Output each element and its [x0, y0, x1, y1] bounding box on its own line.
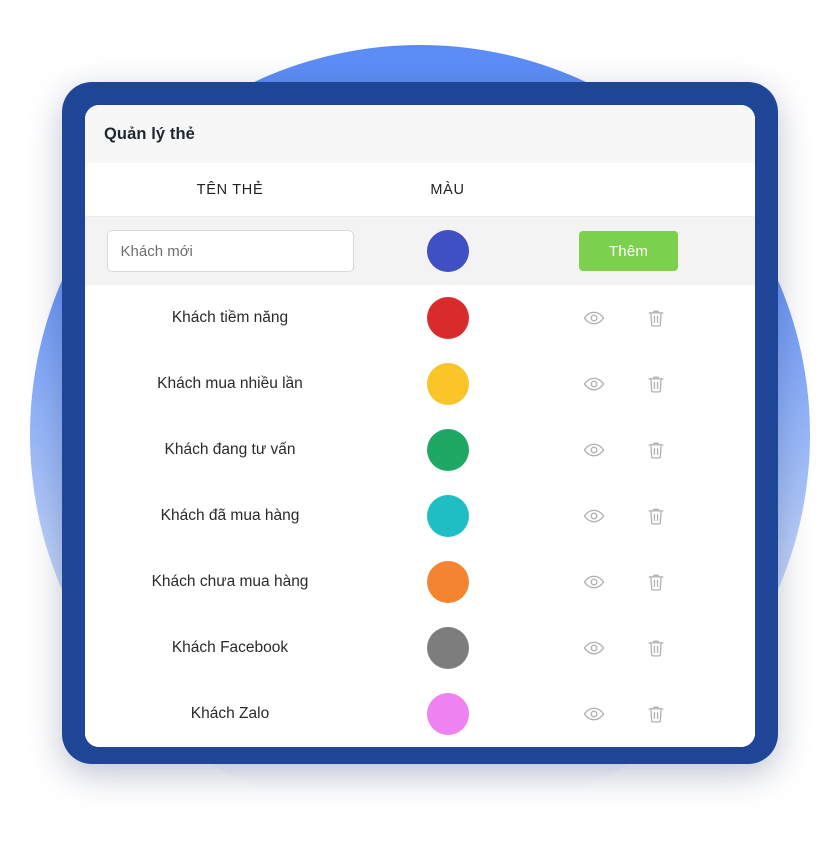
card-titlebar: Quản lý thẻ	[85, 105, 755, 163]
table-row: Khách đã mua hàng	[85, 483, 755, 549]
add-tag-button[interactable]: Thêm	[579, 231, 678, 271]
tag-color-cell	[375, 297, 520, 339]
trash-icon[interactable]	[643, 701, 669, 727]
color-swatch[interactable]	[426, 230, 469, 272]
table-row: Khách Zalo	[85, 681, 755, 747]
tag-action-cell	[520, 305, 755, 331]
eye-icon[interactable]	[581, 371, 607, 397]
color-swatch[interactable]	[426, 693, 469, 735]
tag-name-label: Khách mua nhiều lần	[157, 375, 303, 392]
eye-icon[interactable]	[581, 701, 607, 727]
tag-name-label: Khách tiềm năng	[171, 309, 289, 326]
tag-management-card: Quản lý thẻ TÊN THẺ MÀU Thêm Khách tiềm …	[85, 105, 755, 747]
trash-icon[interactable]	[643, 305, 669, 331]
color-swatch[interactable]	[426, 561, 469, 603]
add-tag-color-cell	[375, 230, 520, 272]
color-swatch[interactable]	[426, 363, 469, 405]
table-row: Khách tiềm năng	[85, 285, 755, 351]
table-row: Khách chưa mua hàng	[85, 549, 755, 615]
eye-icon[interactable]	[581, 569, 607, 595]
column-header-color: MÀU	[430, 181, 465, 198]
column-header-name: TÊN THẺ	[196, 181, 264, 198]
table-column-header: TÊN THẺ MÀU	[85, 163, 755, 217]
tag-action-cell	[520, 371, 755, 397]
tag-name-label: Khách Facebook	[171, 639, 289, 656]
trash-icon[interactable]	[643, 371, 669, 397]
trash-icon[interactable]	[643, 635, 669, 661]
tag-action-cell	[520, 503, 755, 529]
add-tag-row: Thêm	[85, 217, 755, 285]
eye-icon[interactable]	[581, 635, 607, 661]
tag-list: Khách tiềm năng Khách mua nhiều lần Khác…	[85, 285, 755, 747]
tag-color-cell	[375, 363, 520, 405]
add-tag-action-cell: Thêm	[520, 231, 755, 271]
tag-action-cell	[520, 437, 755, 463]
trash-icon[interactable]	[643, 503, 669, 529]
tag-color-cell	[375, 561, 520, 603]
tag-name-input[interactable]	[106, 230, 354, 272]
tag-color-cell	[375, 693, 520, 735]
eye-icon[interactable]	[581, 503, 607, 529]
tag-action-cell	[520, 569, 755, 595]
tag-action-cell	[520, 701, 755, 727]
add-tag-name-cell	[85, 230, 375, 272]
tag-color-cell	[375, 627, 520, 669]
tag-name-label: Khách đang tư vấn	[164, 441, 296, 458]
tag-name-label: Khách chưa mua hàng	[151, 573, 309, 590]
eye-icon[interactable]	[581, 437, 607, 463]
tag-name-label: Khách Zalo	[190, 705, 270, 722]
tag-color-cell	[375, 495, 520, 537]
color-swatch[interactable]	[426, 297, 469, 339]
trash-icon[interactable]	[643, 437, 669, 463]
eye-icon[interactable]	[581, 305, 607, 331]
trash-icon[interactable]	[643, 569, 669, 595]
page-title: Quản lý thẻ	[104, 124, 195, 143]
color-swatch[interactable]	[426, 627, 469, 669]
tag-name-label: Khách đã mua hàng	[160, 507, 300, 524]
color-swatch[interactable]	[426, 429, 469, 471]
screenshot-stage: Quản lý thẻ TÊN THẺ MÀU Thêm Khách tiềm …	[0, 0, 840, 861]
table-row: Khách đang tư vấn	[85, 417, 755, 483]
tag-action-cell	[520, 635, 755, 661]
table-row: Khách Facebook	[85, 615, 755, 681]
color-swatch[interactable]	[426, 495, 469, 537]
tag-color-cell	[375, 429, 520, 471]
table-row: Khách mua nhiều lần	[85, 351, 755, 417]
